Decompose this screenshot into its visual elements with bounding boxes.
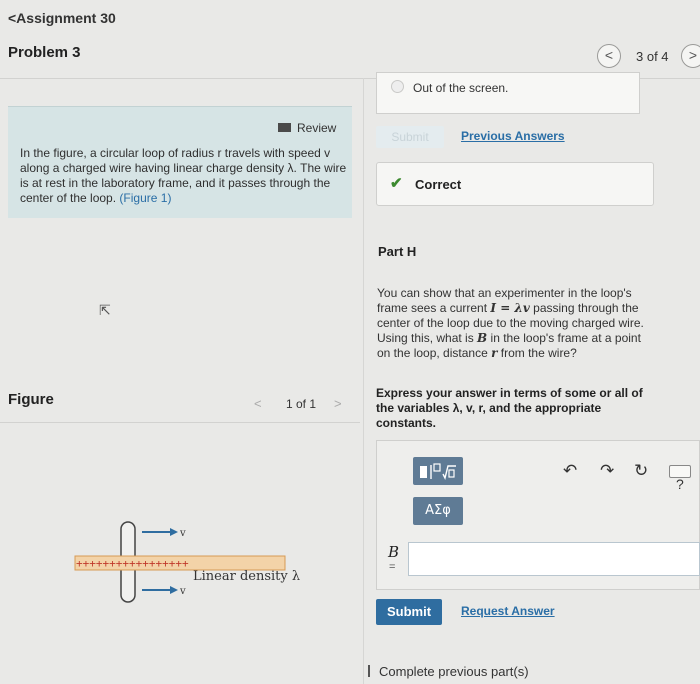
velocity-arrowhead-top [170, 528, 178, 536]
undo-icon[interactable]: ↶ [563, 461, 577, 481]
request-answer-link[interactable]: Request Answer [461, 604, 555, 618]
figure-heading: Figure [8, 391, 54, 408]
velocity-label-top: v [179, 528, 186, 539]
problem-title: Problem 3 [8, 44, 81, 61]
option-text: Out of the screen. [413, 81, 509, 95]
column-divider [363, 78, 364, 684]
complete-previous-text: Complete previous part(s) [379, 664, 529, 679]
figure-link[interactable]: (Figure 1) [119, 191, 171, 205]
loop-wire-diagram: +++++++++++++++++ v v [74, 521, 286, 603]
previous-problem-button[interactable]: < [597, 44, 621, 68]
part-text-4: from the wire? [497, 346, 577, 360]
linear-density-label: Linear density λ [193, 569, 301, 584]
submit-disabled-button: Submit [376, 126, 444, 148]
templates-icon [420, 463, 456, 481]
review-label: Review [297, 121, 337, 135]
figure-counter: 1 of 1 [286, 397, 317, 411]
wire-charges: +++++++++++++++++ [76, 557, 189, 570]
next-problem-button[interactable]: > [681, 44, 700, 68]
math-B: B [477, 331, 488, 345]
math-lambda-v: = λv [496, 301, 530, 315]
problem-counter: 3 of 4 [636, 49, 669, 64]
part-title: Part H [378, 244, 417, 259]
reset-icon[interactable]: ↻ [634, 461, 648, 481]
part-question: You can show that an experimenter in the… [377, 286, 652, 361]
mouse-cursor-icon: ⇱ [99, 302, 111, 318]
greek-symbols-button[interactable]: ΑΣφ [413, 497, 463, 525]
answer-equals: = [389, 561, 396, 573]
previous-answers-link[interactable]: Previous Answers [461, 129, 565, 143]
checkmark-icon: ✔ [390, 175, 403, 192]
velocity-arrowhead-bottom [170, 586, 178, 594]
velocity-label-bottom: v [179, 586, 186, 597]
figure-divider [0, 422, 360, 423]
redo-icon[interactable]: ↷ [600, 461, 614, 481]
answer-input[interactable] [408, 542, 700, 576]
problem-statement: In the figure, a circular loop of radius… [20, 146, 350, 206]
review-link[interactable]: Review [278, 121, 336, 135]
assignment-back-link[interactable]: <Assignment 30 [8, 10, 116, 26]
help-icon[interactable]: ? [676, 476, 684, 492]
figure-prev-button[interactable]: < [254, 396, 262, 411]
answer-variable: B [388, 543, 400, 561]
answer-instructions: Express your answer in terms of some or … [376, 386, 643, 430]
templates-button[interactable] [413, 457, 463, 485]
option-radio[interactable] [391, 80, 404, 93]
review-icon [278, 123, 291, 132]
submit-button[interactable]: Submit [376, 599, 442, 625]
notice-bar [368, 665, 370, 677]
correct-label: Correct [415, 177, 462, 192]
figure-next-button[interactable]: > [334, 396, 342, 411]
problem-statement-text: In the figure, a circular loop of radius… [20, 146, 347, 205]
complete-previous-notice: Complete previous part(s) [368, 664, 529, 679]
